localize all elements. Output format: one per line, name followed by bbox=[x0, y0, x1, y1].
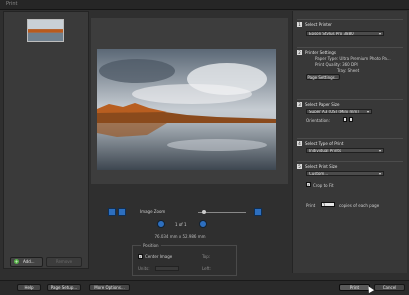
page-indicator: 1 of 1 bbox=[175, 222, 187, 227]
section-print-type: 4 Select Type of Print Individual Prints… bbox=[297, 138, 403, 161]
section-printer-settings: 2 Printer Settings Paper Type: Ultra Pre… bbox=[297, 47, 403, 90]
section-title: Select Type of Print bbox=[305, 141, 344, 146]
section-title: Select Print Size bbox=[305, 164, 338, 169]
image-thumbnail[interactable] bbox=[27, 19, 64, 42]
portrait-icon[interactable] bbox=[343, 117, 347, 122]
paper-size-value: Super A3 (US) (Mini mm) bbox=[309, 109, 359, 114]
step-number: 2 bbox=[297, 50, 302, 55]
section-title: Select Printer bbox=[305, 22, 332, 27]
center-image-label: Center Image bbox=[145, 254, 173, 259]
dialog-footer: Help Page Setup... More Options... Print… bbox=[0, 280, 409, 295]
print-size-select[interactable]: Custom... ▾ bbox=[306, 171, 384, 176]
tray-info: Tray: Sheet bbox=[337, 68, 360, 73]
chevron-down-icon: ▾ bbox=[378, 148, 381, 153]
zoom-controls: Image Zoom bbox=[108, 208, 264, 218]
title-bar: Print bbox=[0, 0, 409, 10]
previous-page-button[interactable] bbox=[157, 220, 165, 228]
top-label: Top: bbox=[202, 254, 211, 259]
next-page-button[interactable] bbox=[199, 220, 207, 228]
zoom-in-icon[interactable] bbox=[254, 208, 262, 216]
printer-select-value: Epson Stylus Pro 3880 bbox=[309, 31, 354, 36]
left-label: Left: bbox=[202, 266, 211, 271]
step-number: 1 bbox=[297, 22, 302, 27]
print-quality-info: Print Quality: 360 DPI bbox=[315, 62, 358, 67]
page-setup-button[interactable]: Page Setup... bbox=[47, 284, 81, 291]
step-number: 4 bbox=[297, 141, 302, 146]
copies-value: 1 bbox=[323, 203, 326, 208]
image-size-readout: 76.034 mm x 52.986 mm bbox=[154, 234, 206, 239]
step-number: 3 bbox=[297, 102, 302, 107]
position-legend: Position bbox=[141, 243, 161, 248]
print-dialog: Print + Add... Remove Image Zoom 1 of 1 … bbox=[0, 0, 409, 295]
zoom-slider-handle[interactable] bbox=[202, 210, 206, 214]
units-label: Units: bbox=[138, 266, 150, 271]
crop-to-fit-label: Crop to Fit bbox=[313, 183, 334, 188]
paper-type-info: Paper Type: Ultra Premium Photo Pa... bbox=[315, 56, 391, 61]
section-paper-size: 3 Select Paper Size Super A3 (US) (Mini … bbox=[297, 99, 403, 132]
printer-select[interactable]: Epson Stylus Pro 3880 ▾ bbox=[306, 31, 384, 36]
center-image-checkbox[interactable]: ✓ bbox=[138, 254, 143, 259]
plus-icon: + bbox=[14, 259, 19, 264]
window-title: Print bbox=[6, 1, 18, 7]
print-size-value: Custom... bbox=[309, 171, 329, 176]
print-type-value: Individual Prints bbox=[309, 148, 342, 153]
orientation-label: Orientation: bbox=[306, 118, 330, 123]
add-image-button[interactable]: + Add... bbox=[10, 257, 43, 267]
chevron-down-icon: ▾ bbox=[378, 171, 381, 176]
more-options-button[interactable]: More Options... bbox=[89, 284, 130, 291]
add-image-label: Add... bbox=[23, 259, 35, 264]
crop-to-fit-checkbox[interactable]: ✓ bbox=[306, 182, 311, 187]
cancel-button[interactable]: Cancel bbox=[374, 284, 405, 291]
paper-size-select[interactable]: Super A3 (US) (Mini mm) ▾ bbox=[306, 109, 372, 114]
landscape-icon[interactable] bbox=[349, 117, 353, 122]
section-title: Select Paper Size bbox=[305, 102, 340, 107]
units-select[interactable] bbox=[155, 266, 179, 271]
step-number: 5 bbox=[297, 164, 302, 169]
remove-image-button[interactable]: Remove bbox=[46, 257, 82, 267]
settings-panel: 1 Select Printer Epson Stylus Pro 3880 ▾… bbox=[292, 11, 407, 273]
page-settings-button[interactable]: Page Settings... bbox=[306, 74, 340, 80]
chevron-down-icon: ▾ bbox=[366, 109, 369, 114]
chevron-down-icon: ▾ bbox=[378, 31, 381, 36]
print-type-select[interactable]: Individual Prints ▾ bbox=[306, 148, 384, 153]
section-print-size: 5 Select Print Size Custom... ▾ ✓ Crop t… bbox=[297, 161, 403, 222]
section-title: Printer Settings bbox=[305, 50, 336, 55]
preview-image bbox=[97, 49, 276, 170]
copies-input[interactable]: 1 bbox=[321, 202, 335, 208]
fit-page-icon[interactable] bbox=[108, 208, 116, 216]
copies-label: copies of each page bbox=[339, 203, 380, 208]
page-navigation: 1 of 1 bbox=[157, 220, 207, 230]
position-group: Position ✓ Center Image Top: Units: Left… bbox=[132, 243, 237, 276]
thumbnail-panel bbox=[3, 11, 89, 269]
section-select-printer: 1 Select Printer Epson Stylus Pro 3880 ▾ bbox=[297, 19, 403, 48]
help-button[interactable]: Help bbox=[17, 284, 41, 291]
actual-size-icon[interactable] bbox=[118, 208, 126, 216]
print-label: Print bbox=[306, 203, 316, 208]
zoom-label: Image Zoom bbox=[140, 209, 166, 214]
